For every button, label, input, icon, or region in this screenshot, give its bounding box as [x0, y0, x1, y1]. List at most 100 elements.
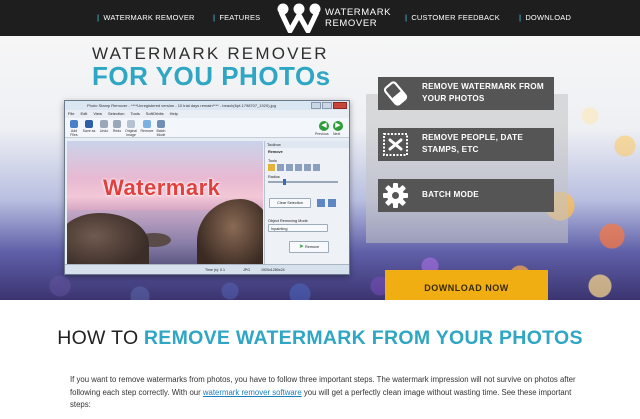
toolbox-section: Remove [268, 150, 283, 154]
tool-save-as: Save as [82, 120, 96, 133]
hero-title-line-2: FOR YOU PHOTOs [92, 61, 331, 91]
tool-batch-mode-label: Batch Mode [156, 129, 166, 137]
sample-photo: Watermark [67, 141, 263, 265]
app-toolbar: Add Files Save as Undo Redo Original Ima… [65, 118, 349, 138]
object-mode-label: Object Removing Mode [268, 219, 308, 223]
logo-text: WATERMARK REMOVER [325, 7, 391, 29]
logo-w-icon [277, 3, 321, 33]
hero-banner: WATERMARK REMOVER FOR YOU PHOTOs Photo S… [0, 36, 640, 300]
radius-slider [268, 181, 338, 183]
menu-view: View [93, 111, 102, 116]
nav-features-link[interactable]: | FEATURES [213, 13, 260, 22]
feature-text: REMOVE WATERMARK FROM YOUR PHOTOS [422, 82, 544, 103]
radius-slider-thumb [283, 179, 286, 185]
menu-selection: Selection [107, 111, 125, 116]
tool-remove-label: Remove [140, 129, 154, 133]
previous-arrow-icon: ◀ [319, 121, 329, 131]
tool-batch-mode: Batch Mode [154, 120, 168, 137]
photo-watermark-text: Watermark [103, 175, 221, 200]
object-mode-select: Inpainting [268, 224, 328, 232]
nav-brand-link[interactable]: | WATERMARK REMOVER [97, 13, 195, 22]
magic-wand-icon [295, 164, 302, 171]
close-icon [333, 102, 347, 109]
remove-arrow-icon: ➤ [298, 244, 304, 250]
undo-icon [100, 120, 108, 128]
tool-icons-row [268, 164, 320, 171]
menu-edit: Edit [80, 111, 88, 116]
logo[interactable]: WATERMARK REMOVER [276, 3, 391, 33]
download-now-button[interactable]: DOWNLOAD NOW [385, 270, 548, 300]
select-icon [317, 199, 325, 207]
intro-paragraph: If you want to remove watermarks from ph… [70, 374, 590, 412]
menu-file: File [68, 111, 75, 116]
radius-label: Radius [268, 175, 280, 179]
photo-rock-right [197, 199, 263, 265]
next-arrow-icon: ▶ [333, 121, 343, 131]
tool-remove: Remove [140, 120, 154, 133]
window-controls [311, 102, 347, 109]
logo-line-2: REMOVER [325, 18, 378, 29]
add-files-icon [70, 120, 78, 128]
tool-undo-label: Undo [99, 129, 109, 133]
logo-line-1: WATERMARK [325, 7, 392, 18]
tool-undo: Undo [97, 120, 111, 133]
nav-feedback-label: CUSTOMER FEEDBACK [411, 13, 501, 22]
feature-remove-people: REMOVE PEOPLE, DATE STAMPS, ETC [378, 128, 554, 161]
feature-remove-watermark: REMOVE WATERMARK FROM YOUR PHOTOS [378, 77, 554, 110]
how-to-heading-prefix: HOW TO [57, 327, 139, 349]
top-nav: | WATERMARK REMOVER | FEATURES WATERMARK R… [0, 0, 640, 36]
nav-features-label: FEATURES [219, 13, 261, 22]
feature-text: REMOVE PEOPLE, DATE STAMPS, ETC [422, 133, 524, 154]
eraser-tool-icon [304, 164, 311, 171]
features-panel [366, 94, 568, 243]
nav-separator: | [519, 13, 522, 22]
nav-download-link[interactable]: | DOWNLOAD [519, 13, 571, 22]
invert-selection-icon [328, 199, 336, 207]
menu-help: Help [169, 111, 178, 116]
menu-tools: Tools [130, 111, 140, 116]
lasso-icon [286, 164, 293, 171]
menu-softorbits: SoftOrbits [145, 111, 164, 116]
feature-batch-mode: BATCH MODE [378, 179, 554, 212]
tool-original-image-label: Original Image [124, 129, 138, 137]
feature-text: BATCH MODE [422, 190, 479, 199]
remove-icon [143, 120, 151, 128]
next-label: Next [333, 132, 341, 136]
toolbox-header: Toolbox [265, 141, 349, 148]
tool-add-files: Add Files [67, 120, 81, 137]
tool-original-image: Original Image [123, 120, 139, 137]
stamp-icon [383, 133, 408, 156]
batch-mode-icon [157, 120, 165, 128]
watermark-remover-software-link[interactable]: watermark remover software [203, 388, 302, 397]
nav-download-label: DOWNLOAD [525, 13, 572, 22]
panel-remove-label: Remove [304, 245, 320, 249]
eraser-icon [383, 81, 408, 106]
app-menu-bar: File Edit View Selection Tools SoftOrbit… [65, 110, 349, 118]
redo-icon [113, 120, 121, 128]
previous-label: Previous [315, 132, 329, 136]
tool-add-files-label: Add Files [70, 129, 78, 137]
nav-separator: | [97, 13, 100, 22]
tool-redo-label: Redo [112, 129, 122, 133]
pencil-icon [268, 164, 275, 171]
minimize-icon [311, 102, 321, 109]
app-title-bar: Photo Stamp Remover - ****Unregistered v… [65, 101, 349, 110]
original-image-icon [127, 120, 135, 128]
status-time: Time (s): 0.1 [205, 268, 226, 272]
toolbox-panel: Toolbox Remove Tools Radius Clear Select… [264, 141, 349, 265]
tool-redo: Redo [110, 120, 124, 133]
nav-feedback-link[interactable]: | CUSTOMER FEEDBACK [405, 13, 500, 22]
brush-icon [277, 164, 284, 171]
tool-save-as-label: Save as [82, 129, 96, 133]
save-icon [85, 120, 93, 128]
nav-separator: | [213, 13, 216, 22]
gear-icon [383, 183, 408, 208]
marker-icon [313, 164, 320, 171]
app-screenshot: Photo Stamp Remover - ****Unregistered v… [64, 100, 350, 275]
how-to-heading-highlight: REMOVE WATERMARK FROM YOUR PHOTOS [143, 327, 583, 349]
status-format: JPG [243, 268, 250, 272]
status-dims: 1920x1280x24 [261, 268, 285, 272]
panel-remove-button: ➤ Remove [289, 241, 329, 253]
app-status-bar: Time (s): 0.1 JPG 1920x1280x24 [65, 264, 349, 274]
clear-selection-button: Clear Selection [269, 198, 311, 208]
